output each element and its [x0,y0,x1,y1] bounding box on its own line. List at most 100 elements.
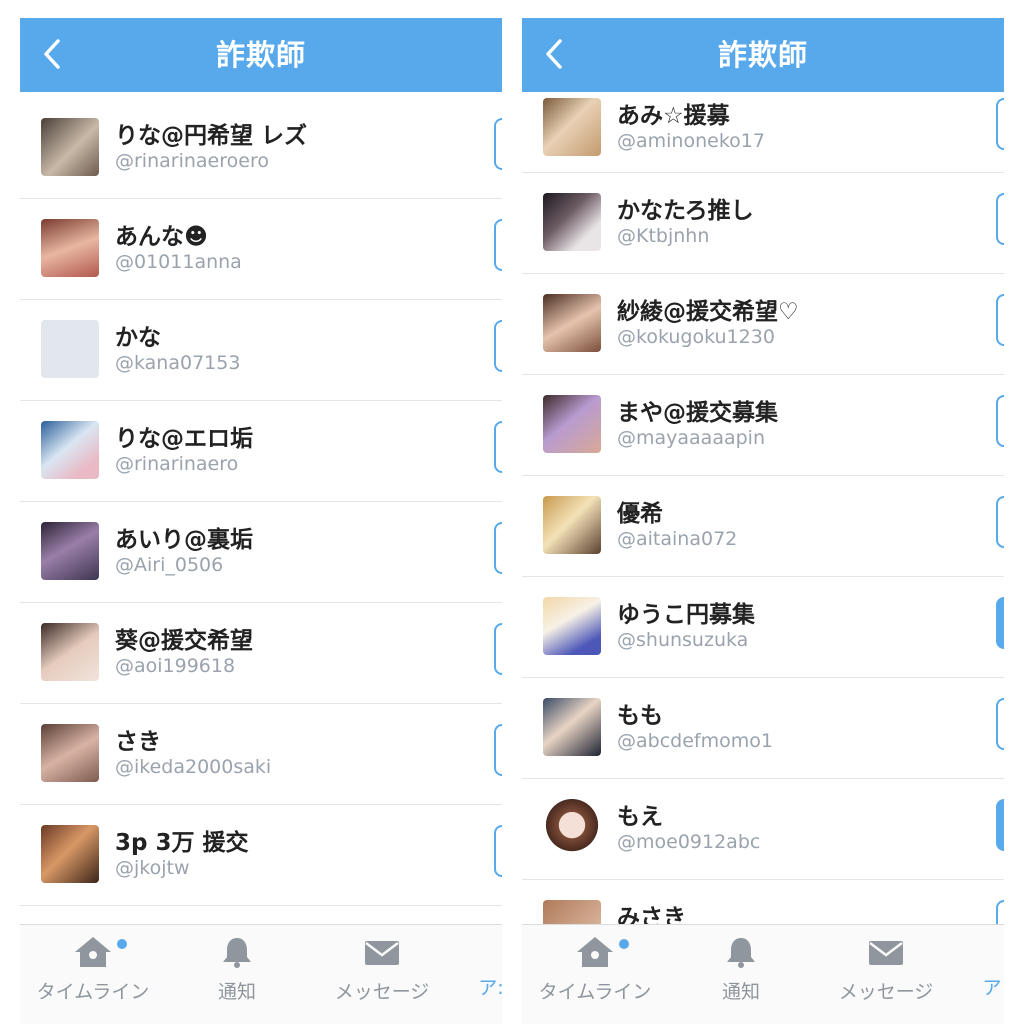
user-handle: @Airi_0506 [115,554,224,576]
user-row[interactable]: 紗綾@援交希望♡ @kokugoku1230 [522,274,1004,375]
avatar[interactable] [543,294,601,352]
avatar[interactable] [41,825,99,883]
user-row[interactable]: かなたろ推し @Ktbjnhn [522,173,1004,274]
avatar[interactable] [543,98,601,156]
user-row[interactable]: もえ @moe0912abc [522,779,1004,880]
user-handle: @jkojtw [115,857,190,879]
user-name: りな@円希望 レズ [115,123,308,149]
user-handle: @aminoneko17 [617,130,765,152]
follow-button[interactable] [996,496,1004,548]
tab-notifications[interactable]: 通知 [212,935,262,1004]
user-row[interactable]: さき @ikeda2000saki [20,704,502,805]
avatar[interactable] [41,522,99,580]
user-row[interactable]: 優希 @aitaina072 [522,476,1004,577]
follow-button[interactable] [494,118,502,170]
user-name: あみ☆援募 [617,103,730,129]
avatar[interactable] [41,219,99,277]
user-name: 優希 [617,501,663,527]
envelope-icon [869,941,903,965]
right-screen: 詐欺師 あみ☆援募 @aminoneko17 かなたろ推し @Ktbjnhn 紗… [522,18,1004,1024]
nav-header: 詐欺師 [20,18,502,92]
following-button[interactable] [996,799,1004,851]
user-handle: @mayaaaaapin [617,427,765,449]
avatar[interactable] [41,724,99,782]
tab-more[interactable]: ア: [476,973,502,1000]
user-handle: @ikeda2000saki [115,756,272,778]
user-handle: @rinarinaero [115,453,239,475]
follow-button[interactable] [494,825,502,877]
follow-button[interactable] [494,320,502,372]
bell-icon [727,938,755,968]
follow-button[interactable] [494,219,502,271]
tab-label: タイムライン [36,981,150,1003]
user-handle: @aitaina072 [617,528,738,550]
user-list[interactable]: あみ☆援募 @aminoneko17 かなたろ推し @Ktbjnhn 紗綾@援交… [522,92,1004,936]
avatar[interactable] [41,421,99,479]
user-list[interactable]: りな@円希望 レズ @rinarinaeroero あんな☻ @01011ann… [20,98,502,942]
tab-messages[interactable]: メッセージ [834,935,938,1004]
tab-label: 通知 [217,981,256,1003]
avatar[interactable] [543,799,601,857]
follow-button[interactable] [494,522,502,574]
unread-dot [117,939,127,949]
avatar[interactable] [543,193,601,251]
avatar[interactable] [543,395,601,453]
tab-label: メッセージ [838,981,934,1003]
user-name: さき [115,729,161,755]
follow-button[interactable] [494,724,502,776]
user-name: 葵@援交希望 [115,628,253,654]
user-row[interactable]: 3p 3万 援交 @jkojtw [20,805,502,906]
tab-bar: タイムライン 通知 メッセージ ア [522,924,1004,1024]
tab-label: メッセージ [334,981,430,1003]
tab-more[interactable]: ア [980,973,1004,1000]
user-row[interactable]: ゆうこ円募集 @shunsuzuka [522,577,1004,678]
user-name: かな [115,325,161,351]
tab-messages[interactable]: メッセージ [330,935,434,1004]
user-name: もも [617,703,663,729]
user-row[interactable]: もも @abcdefmomo1 [522,678,1004,779]
user-row[interactable]: りな@エロ垢 @rinarinaero [20,401,502,502]
avatar[interactable] [543,496,601,554]
avatar[interactable] [41,118,99,176]
user-name: ゆうこ円募集 [617,602,755,628]
user-name: かなたろ推し [617,198,754,224]
unread-dot [619,939,629,949]
follow-button[interactable] [996,193,1004,245]
user-row[interactable]: あみ☆援募 @aminoneko17 [522,92,1004,173]
follow-button[interactable] [996,395,1004,447]
page-title: 詐欺師 [215,38,306,72]
user-row[interactable]: あいり@裏垢 @Airi_0506 [20,502,502,603]
bell-icon [223,938,251,968]
user-handle: @rinarinaeroero [115,150,269,172]
user-row[interactable]: まや@援交募集 @mayaaaaapin [522,375,1004,476]
tab-timeline[interactable]: タイムライン [536,935,654,1004]
follow-button[interactable] [996,98,1004,150]
avatar[interactable] [41,623,99,681]
user-handle: @abcdefmomo1 [617,730,773,752]
user-name: まや@援交募集 [617,400,778,426]
user-row[interactable]: かな @kana07153 [20,300,502,401]
tab-label: 通知 [721,981,760,1003]
avatar-placeholder[interactable] [41,320,99,378]
user-handle: @Ktbjnhn [617,225,710,247]
user-name: あんな☻ [115,224,208,250]
follow-button[interactable] [494,623,502,675]
avatar[interactable] [543,597,601,655]
user-handle: @01011anna [115,251,242,273]
tab-timeline[interactable]: タイムライン [34,935,152,1004]
home-icon [577,937,613,967]
user-name: あいり@裏垢 [115,527,253,553]
tab-notifications[interactable]: 通知 [716,935,766,1004]
user-handle: @shunsuzuka [617,629,749,651]
user-name: りな@エロ垢 [115,426,253,452]
user-row[interactable]: りな@円希望 レズ @rinarinaeroero [20,98,502,199]
follow-button[interactable] [996,294,1004,346]
follow-button[interactable] [494,421,502,473]
user-handle: @kokugoku1230 [617,326,775,348]
user-row[interactable]: あんな☻ @01011anna [20,199,502,300]
follow-button[interactable] [996,698,1004,750]
user-row[interactable]: 葵@援交希望 @aoi199618 [20,603,502,704]
following-button[interactable] [996,597,1004,649]
avatar[interactable] [543,698,601,756]
tab-label: ア [982,977,1002,999]
